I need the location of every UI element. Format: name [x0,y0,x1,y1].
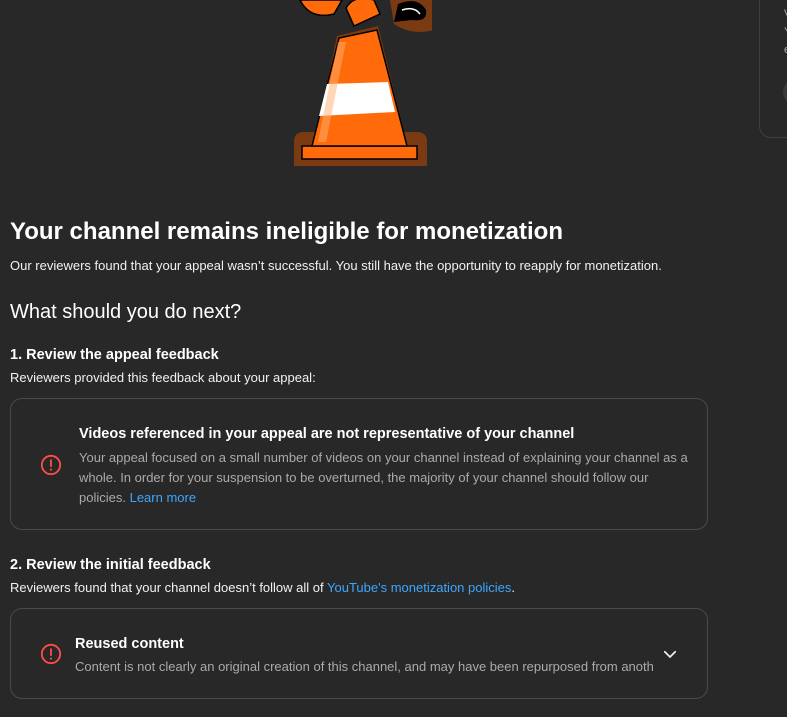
step2-heading: 2. Review the initial feedback [10,557,211,573]
step2-description-text: Reviewers found that your channel doesn’… [10,580,324,595]
chevron-down-icon[interactable] [661,645,679,663]
page-subtitle: Our reviewers found that your appeal was… [10,258,662,273]
reused-content-body: Content is not clearly an original creat… [75,659,654,674]
alert-circle-icon [40,643,62,665]
alert-circle-icon [40,454,62,476]
step2-description-end: . [511,580,515,595]
side-panel-avatar[interactable] [783,79,787,105]
step2-description: Reviewers found that your channel doesn’… [10,580,515,595]
learn-more-link[interactable]: Learn more [130,490,196,505]
step1-description: Reviewers provided this feedback about y… [10,370,316,385]
page-title: Your channel remains ineligible for mone… [10,218,563,245]
appeal-feedback-card: Videos referenced in your appeal are not… [10,398,708,530]
traffic-cone-illustration [294,0,432,166]
appeal-feedback-body: Your appeal focused on a small number of… [79,448,694,508]
appeal-feedback-title: Videos referenced in your appeal are not… [79,426,575,442]
reused-content-card[interactable]: Reused content Content is not clearly an… [10,608,708,699]
side-panel-card: V Y e [759,0,787,138]
step1-heading: 1. Review the appeal feedback [10,347,219,363]
monetization-policies-link[interactable]: YouTube's monetization policies [327,580,511,595]
reused-content-title: Reused content [75,636,184,652]
next-steps-heading: What should you do next? [10,301,242,323]
